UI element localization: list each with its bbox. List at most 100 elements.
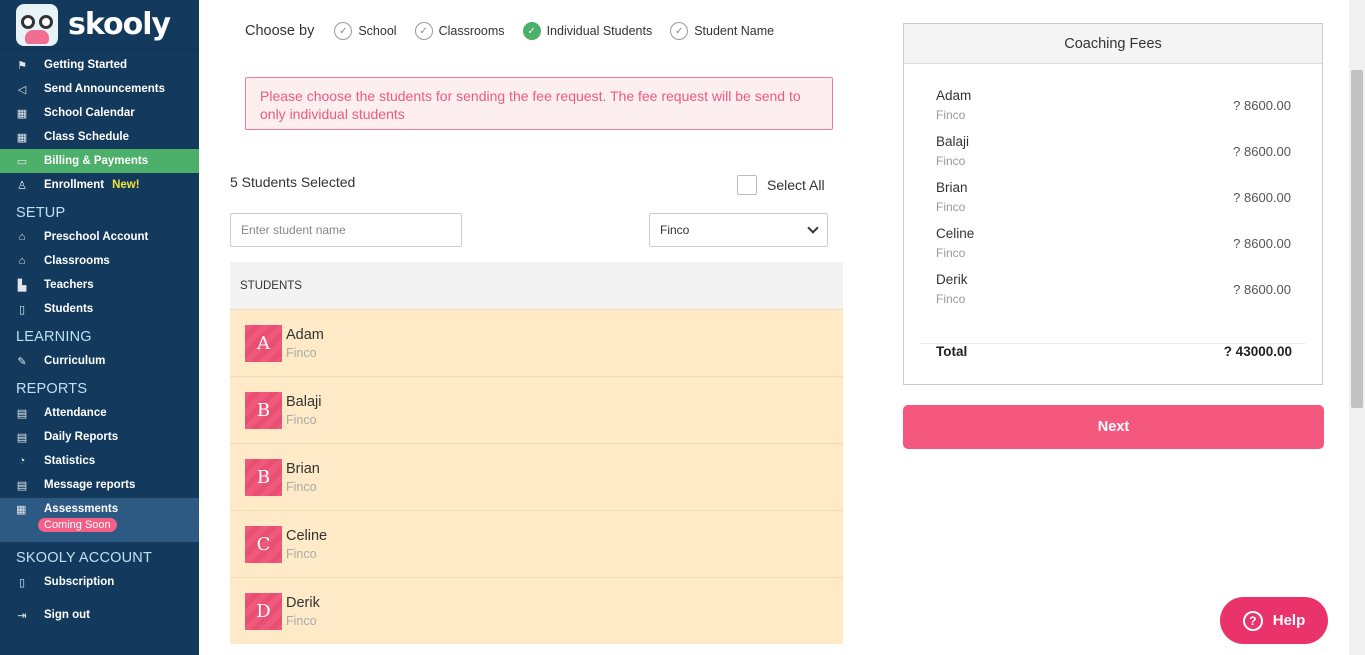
fee-student-name: Derik [936, 272, 968, 287]
sidebar-item-label: Billing & Payments [44, 155, 149, 167]
sidebar-item-assessments[interactable]: ▦ Assessments Coming Soon [0, 498, 199, 542]
logo-text: skooly [68, 7, 171, 42]
fee-classroom: Finco [936, 200, 966, 214]
student-avatar: A [245, 324, 282, 362]
billing-icon: ▭ [16, 155, 28, 168]
fee-student-name: Balaji [936, 134, 970, 149]
question-icon: ? [1242, 610, 1263, 631]
help-label: Help [1272, 612, 1306, 629]
option-label: Classrooms [438, 24, 505, 38]
sidebar-item-label: Daily Reports [44, 431, 119, 443]
student-search-input[interactable] [230, 213, 462, 247]
sidebar-item-classrooms[interactable]: ⌂ Classrooms [0, 249, 199, 273]
choose-option-classrooms[interactable]: ✓ Classrooms [414, 22, 505, 40]
student-name: Balaji [286, 393, 322, 410]
fee-amount: ? 8600.00 [1233, 281, 1291, 297]
teacher-icon: ▙ [17, 279, 27, 292]
student-row[interactable]: C Celine Finco [230, 510, 843, 577]
scrollbar-thumb[interactable] [1351, 70, 1363, 408]
fees-total-row: Total ? 43000.00 [936, 344, 1292, 359]
section-setup: SETUP [16, 205, 66, 221]
sidebar-item-preschool-account[interactable]: ⌂ Preschool Account [0, 225, 199, 249]
select-value: Finco [660, 223, 690, 237]
sidebar-item-label: Classrooms [44, 255, 110, 267]
new-badge: New! [112, 179, 140, 191]
sidebar-item-label: Message reports [44, 479, 136, 491]
student-row[interactable]: D Derik Finco [230, 577, 843, 644]
fee-row: Adam Finco ? 8600.00 [920, 82, 1306, 128]
fees-title: Coaching Fees [904, 24, 1322, 64]
bookmark-icon: ▯ [18, 576, 26, 589]
student-row[interactable]: A Adam Finco [230, 309, 843, 376]
sign-out-icon: ⇥ [17, 609, 27, 622]
flag-icon: ⚑ [17, 59, 27, 72]
page-scrollbar[interactable] [1349, 0, 1365, 655]
select-all-checkbox[interactable]: Select All [737, 175, 825, 195]
fee-classroom: Finco [936, 154, 966, 168]
sidebar-item-label: Assessments [44, 503, 119, 515]
student-avatar: B [245, 458, 282, 496]
choose-option-student-name[interactable]: ✓ Student Name [670, 22, 774, 40]
calendar-icon: ▦ [16, 504, 27, 516]
student-classroom: Finco [286, 412, 317, 427]
sidebar-item-getting-started[interactable]: ⚑ Getting Started [0, 53, 199, 77]
sidebar-item-statistics[interactable]: ◔ Statistics [0, 449, 199, 473]
sidebar-item-billing-payments[interactable]: ▭ Billing & Payments [0, 149, 199, 173]
fee-row: Brian Finco ? 8600.00 [920, 174, 1306, 220]
sidebar-item-label: Statistics [44, 455, 96, 467]
help-button[interactable]: ? Help [1220, 597, 1328, 644]
logo[interactable]: skooly [0, 0, 199, 50]
fee-student-name: Brian [936, 180, 968, 195]
report-icon: ▤ [16, 407, 28, 420]
sidebar-item-label: Enrollment [44, 179, 105, 191]
sidebar-item-send-announcements[interactable]: ◁ Send Announcements [0, 77, 199, 101]
sidebar-item-class-schedule[interactable]: ▦ Class Schedule [0, 125, 199, 149]
student-name: Derik [286, 594, 320, 611]
sidebar-item-label: Preschool Account [44, 231, 149, 243]
option-label: School [358, 24, 397, 38]
sidebar-item-students[interactable]: ▯ Students [0, 297, 199, 321]
coming-soon-badge: Coming Soon [38, 518, 117, 532]
student-classroom: Finco [286, 479, 317, 494]
choose-option-school[interactable]: ✓ School [334, 22, 397, 40]
sidebar-item-subscription[interactable]: ▯ Subscription [0, 570, 199, 594]
sidebar-item-enrollment[interactable]: ♙ Enrollment New! [0, 173, 199, 197]
sidebar-item-label: Subscription [44, 576, 115, 588]
student-name: Brian [286, 460, 320, 477]
sidebar-item-attendance[interactable]: ▤ Attendance [0, 401, 199, 425]
students-selected-count: 5 Students Selected [230, 174, 356, 190]
fee-amount: ? 8600.00 [1233, 97, 1291, 113]
student-classroom: Finco [286, 546, 317, 561]
sidebar-item-message-reports[interactable]: ▤ Message reports [0, 473, 199, 497]
fee-classroom: Finco [936, 108, 966, 122]
sidebar-item-curriculum[interactable]: ✎ Curriculum [0, 349, 199, 373]
section-reports: REPORTS [16, 381, 88, 397]
sidebar-item-school-calendar[interactable]: ▦ School Calendar [0, 101, 199, 125]
classroom-filter-select[interactable]: Finco [649, 213, 828, 247]
fee-amount: ? 8600.00 [1233, 143, 1291, 159]
sidebar-item-teachers[interactable]: ▙ Teachers [0, 273, 199, 297]
sidebar-item-label: Attendance [44, 407, 107, 419]
sidebar: skooly ⚑ Getting Started ◁ Send Announce… [0, 0, 199, 655]
message-icon: ▤ [16, 479, 28, 492]
student-row[interactable]: B Balaji Finco [230, 376, 843, 443]
sidebar-item-daily-reports[interactable]: ▤ Daily Reports [0, 425, 199, 449]
student-avatar: D [245, 592, 282, 630]
sidebar-item-label: Getting Started [44, 59, 128, 71]
section-learning: LEARNING [16, 329, 92, 345]
next-button[interactable]: Next [903, 405, 1324, 449]
choose-by-group: Choose by ✓ School ✓ Classrooms ✓ Indivi… [245, 22, 792, 40]
choose-option-individual-students[interactable]: ✓ Individual Students [522, 22, 652, 40]
student-avatar: C [245, 525, 282, 563]
student-row[interactable]: B Brian Finco [230, 443, 843, 510]
sidebar-item-label: Class Schedule [44, 131, 130, 143]
check-circle-icon: ✓ [334, 22, 353, 40]
check-circle-icon: ✓ [414, 22, 433, 40]
fee-amount: ? 8600.00 [1233, 189, 1291, 205]
fees-total-label: Total [936, 344, 968, 359]
fee-student-name: Adam [936, 88, 972, 103]
sidebar-item-label: Students [44, 303, 94, 315]
fee-student-name: Celine [936, 226, 975, 241]
sidebar-item-sign-out[interactable]: ⇥ Sign out [0, 603, 199, 627]
sidebar-item-label: School Calendar [44, 107, 135, 119]
